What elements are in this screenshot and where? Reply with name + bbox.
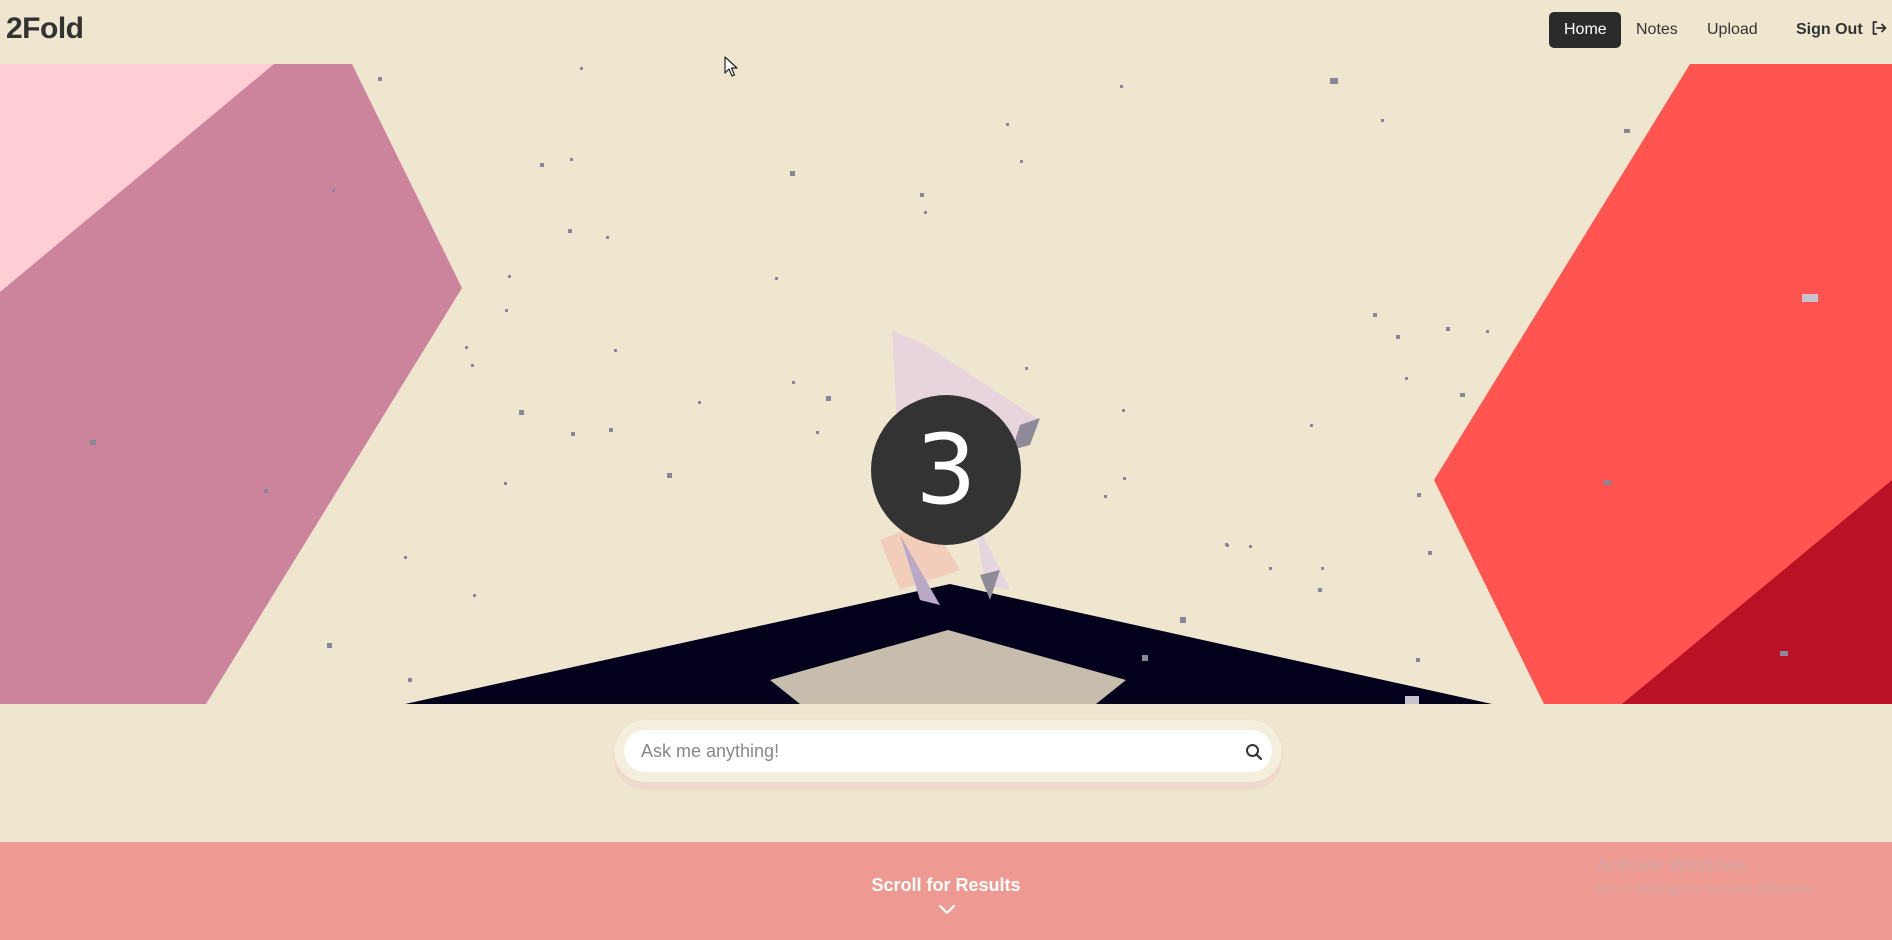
countdown-badge: 3	[871, 395, 1021, 545]
sign-out-label: Sign Out	[1796, 21, 1863, 38]
sign-out-icon	[1872, 21, 1887, 36]
watermark-subtitle: Go to Settings to activate Windows.	[1596, 880, 1817, 896]
search-container	[614, 720, 1282, 782]
search-input[interactable]	[624, 730, 1272, 772]
search-icon[interactable]	[1244, 742, 1264, 762]
nav-upload-button[interactable]: Upload	[1692, 12, 1773, 48]
nav-home-button[interactable]: Home	[1549, 12, 1621, 48]
top-navbar: 2Fold Home Notes Upload Sign Out	[0, 0, 1892, 64]
3d-scene[interactable]	[0, 64, 1892, 704]
nav-notes-button[interactable]: Notes	[1621, 12, 1693, 48]
scene-canvas	[0, 64, 1892, 704]
watermark-title: Activate Windows	[1596, 855, 1746, 876]
windows-activation-watermark: Activate Windows Go to Settings to activ…	[1596, 855, 1817, 896]
sign-out-button[interactable]: Sign Out	[1781, 12, 1887, 48]
brand-logo[interactable]: 2Fold	[6, 12, 84, 46]
mouse-cursor-icon	[724, 56, 738, 77]
chevron-down-icon	[938, 904, 956, 915]
page: 2Fold Home Notes Upload Sign Out 3 Ask m…	[0, 0, 1892, 940]
